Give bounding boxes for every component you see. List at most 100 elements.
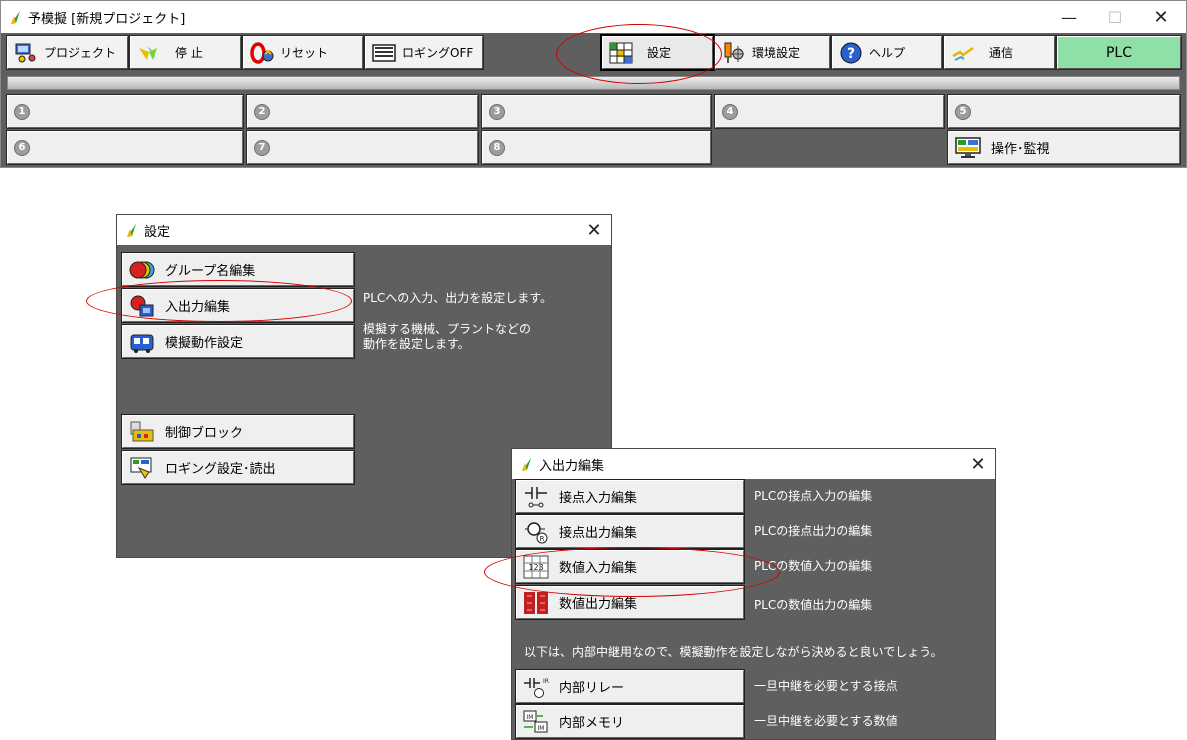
logging-off-label: ロギングOFF bbox=[402, 46, 474, 60]
contact-output-edit-label: 接点出力編集 bbox=[559, 526, 638, 541]
group-button-3[interactable]: 3 bbox=[481, 94, 712, 129]
numeric-input-edit-button[interactable]: 123 数値入力編集 bbox=[515, 549, 745, 584]
group-name-edit-button[interactable]: グループ名編集 bbox=[121, 252, 355, 287]
numeric-input-description: PLCの数値入力の編集 bbox=[754, 559, 873, 573]
project-icon bbox=[15, 43, 36, 62]
group-button-6[interactable]: 6 bbox=[6, 130, 244, 165]
reset-icon bbox=[250, 41, 274, 64]
help-icon: ? bbox=[840, 42, 862, 63]
environment-settings-label: 環境設定 bbox=[752, 46, 801, 60]
io-dialog-titlebar: 入出力編集 ✕ bbox=[512, 449, 995, 479]
logging-icon bbox=[372, 43, 396, 62]
communication-button[interactable]: 通信 bbox=[943, 35, 1056, 70]
group-name-edit-label: グループ名編集 bbox=[165, 264, 256, 279]
communication-label: 通信 bbox=[989, 46, 1014, 60]
numeric-input-edit-label: 数値入力編集 bbox=[559, 561, 638, 576]
monitor-icon bbox=[955, 136, 981, 158]
io-edit-button[interactable]: 入出力編集 bbox=[121, 288, 355, 323]
io-dialog-close-button[interactable]: ✕ bbox=[963, 449, 993, 479]
settings-dialog-titlebar: 設定 ✕ bbox=[117, 215, 611, 245]
svg-text:IM: IM bbox=[527, 714, 534, 721]
stop-icon bbox=[139, 45, 157, 60]
main-toolbar: プロジェクト 停 止 リセット ロギングOFF 設定 環境設定 ? ヘルプ 通信 bbox=[6, 34, 1182, 71]
settings-button[interactable]: 設定 bbox=[600, 34, 715, 71]
maximize-button[interactable]: ☐ bbox=[1092, 1, 1138, 33]
simulation-settings-button[interactable]: 模擬動作設定 bbox=[121, 324, 355, 359]
svg-text:IM: IM bbox=[538, 725, 545, 732]
internal-relay-description: 一旦中継を必要とする接点 bbox=[754, 679, 898, 693]
group-number-icon: 5 bbox=[955, 103, 971, 120]
main-window: 予模擬 [新規プロジェクト] — ☐ ✕ プロジェクト 停 止 リセット ロギン… bbox=[0, 0, 1187, 168]
project-label: プロジェクト bbox=[44, 46, 117, 60]
control-block-label: 制御ブロック bbox=[165, 426, 244, 441]
group-number-icon: 3 bbox=[489, 103, 505, 120]
environment-settings-button[interactable]: 環境設定 bbox=[714, 35, 831, 70]
contact-output-edit-button[interactable]: R 接点出力編集 bbox=[515, 514, 745, 549]
io-description: PLCへの入力、出力を設定します。 bbox=[363, 291, 553, 305]
internal-relay-icon: IR bbox=[524, 677, 549, 698]
logging-settings-button[interactable]: ロギング設定･読出 bbox=[121, 450, 355, 485]
settings-label: 設定 bbox=[647, 46, 672, 60]
internal-relay-button[interactable]: IR 内部リレー bbox=[515, 669, 745, 704]
internal-memory-description: 一旦中継を必要とする数値 bbox=[754, 714, 898, 728]
contact-input-edit-label: 接点入力編集 bbox=[559, 491, 638, 506]
simulation-description-line1: 模擬する機械、プラントなどの bbox=[363, 322, 532, 336]
internal-relay-note: 以下は、内部中継用なので、模擬動作を設定しながら決めると良いでしょう。 bbox=[524, 645, 943, 659]
project-button[interactable]: プロジェクト bbox=[6, 35, 129, 70]
help-label: ヘルプ bbox=[869, 46, 906, 60]
io-dialog-title: 入出力編集 bbox=[539, 458, 605, 474]
group-number-icon: 2 bbox=[254, 103, 270, 120]
internal-relay-label: 内部リレー bbox=[559, 681, 625, 696]
group-button-1[interactable]: 1 bbox=[6, 94, 244, 129]
group-button-7[interactable]: 7 bbox=[246, 130, 479, 165]
numeric-output-description: PLCの数値出力の編集 bbox=[754, 598, 873, 612]
internal-memory-icon: IM IM bbox=[523, 710, 548, 732]
svg-text:123: 123 bbox=[528, 563, 543, 572]
internal-memory-label: 内部メモリ bbox=[559, 716, 625, 731]
settings-grid-icon bbox=[609, 42, 633, 63]
settings-dialog-close-button[interactable]: ✕ bbox=[579, 215, 609, 245]
toolbar-separator bbox=[7, 76, 1180, 90]
stop-label: 停 止 bbox=[175, 46, 203, 60]
group-number-icon: 6 bbox=[14, 139, 30, 156]
help-button[interactable]: ? ヘルプ bbox=[831, 35, 943, 70]
plc-label: PLC bbox=[1105, 44, 1133, 61]
app-title: 予模擬 [新規プロジェクト] bbox=[28, 11, 186, 27]
numeric-output-edit-button[interactable]: 数値出力編集 bbox=[515, 585, 745, 620]
numeric-input-icon: 123 bbox=[523, 555, 549, 578]
logging-off-button[interactable]: ロギングOFF bbox=[364, 35, 484, 70]
group-button-4[interactable]: 4 bbox=[714, 94, 945, 129]
minimize-button[interactable]: — bbox=[1046, 1, 1092, 33]
dialog-logo-icon bbox=[125, 223, 138, 238]
numeric-output-icon bbox=[524, 591, 548, 614]
svg-text:R: R bbox=[540, 535, 545, 543]
contact-input-edit-button[interactable]: 接点入力編集 bbox=[515, 479, 745, 514]
dialog-logo-icon bbox=[520, 457, 533, 472]
group-button-2[interactable]: 2 bbox=[246, 94, 479, 129]
svg-text:IR: IR bbox=[543, 678, 549, 685]
group-button-5[interactable]: 5 bbox=[947, 94, 1181, 129]
group-number-icon: 4 bbox=[722, 103, 738, 120]
control-block-button[interactable]: 制御ブロック bbox=[121, 414, 355, 449]
group-name-icon bbox=[129, 261, 155, 278]
reset-button[interactable]: リセット bbox=[242, 35, 364, 70]
io-edit-icon bbox=[130, 295, 154, 316]
contact-output-icon: R bbox=[525, 521, 548, 543]
communication-icon bbox=[952, 46, 974, 61]
group-button-8[interactable]: 8 bbox=[481, 130, 712, 165]
plc-button[interactable]: PLC bbox=[1056, 35, 1182, 70]
stop-button[interactable]: 停 止 bbox=[129, 35, 242, 70]
svg-text:?: ? bbox=[847, 46, 855, 62]
group-number-icon: 1 bbox=[14, 103, 30, 120]
simulation-description-line2: 動作を設定します。 bbox=[363, 337, 470, 351]
internal-memory-button[interactable]: IM IM 内部メモリ bbox=[515, 704, 745, 739]
app-logo-icon bbox=[9, 10, 22, 25]
simulation-icon bbox=[130, 334, 154, 353]
main-titlebar: 予模擬 [新規プロジェクト] — ☐ ✕ bbox=[1, 1, 1186, 33]
monitor-label: 操作･監視 bbox=[991, 142, 1050, 157]
monitor-button[interactable]: 操作･監視 bbox=[947, 130, 1181, 165]
settings-dialog-title: 設定 bbox=[144, 224, 171, 240]
io-edit-dialog: 入出力編集 ✕ 接点入力編集 R 接点出力編集 123 数値入力編集 数値出力編… bbox=[511, 448, 996, 740]
io-edit-label: 入出力編集 bbox=[165, 300, 231, 315]
close-button[interactable]: ✕ bbox=[1138, 1, 1184, 33]
